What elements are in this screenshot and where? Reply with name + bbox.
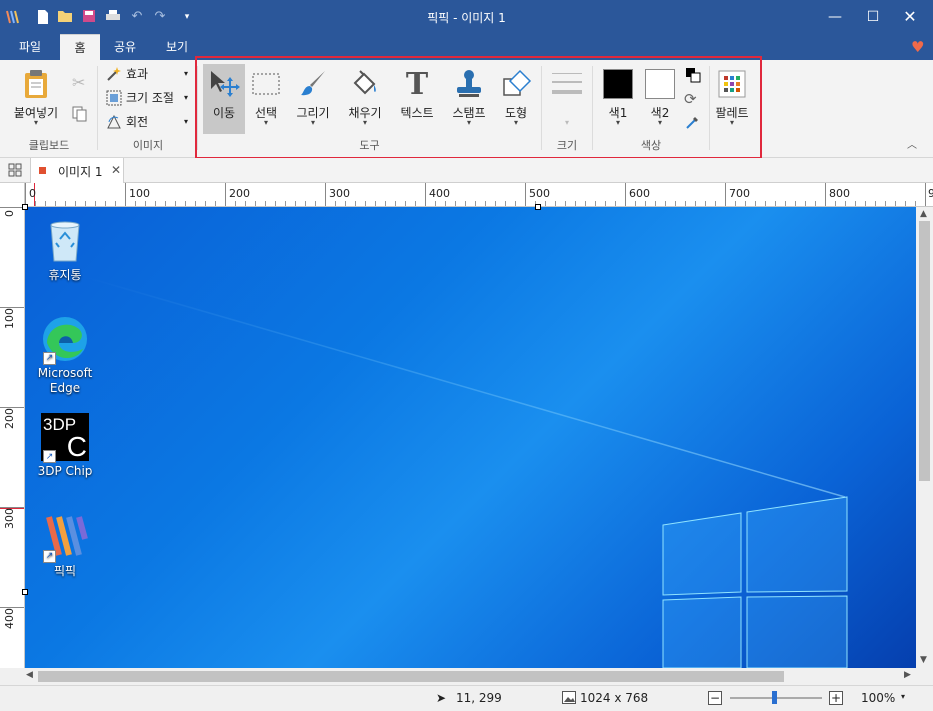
effects-dropdown-icon: ▾	[184, 69, 189, 78]
scroll-right-icon[interactable]: ▶	[904, 670, 911, 680]
ruler-label: 100	[3, 308, 16, 329]
doc-tab-image1[interactable]: 이미지 1 ✕	[30, 158, 124, 183]
paste-icon	[8, 68, 64, 100]
ruler-label: 9	[928, 187, 933, 200]
tab-share[interactable]: 공유	[105, 34, 145, 60]
ruler-major-ticks	[25, 183, 933, 206]
ruler-label: 600	[629, 187, 650, 200]
resize-handle[interactable]	[22, 204, 28, 210]
vertical-scrollbar[interactable]: ▲ ▼	[916, 207, 933, 668]
desktop-icon-edge[interactable]: ↗ Microsoft Edge	[25, 315, 105, 396]
copy-icon[interactable]	[72, 106, 88, 122]
recycle-bin-icon	[41, 217, 89, 265]
shortcut-arrow-icon: ↗	[43, 450, 56, 463]
ruler-label: 700	[729, 187, 750, 200]
cut-icon[interactable]: ✂	[72, 73, 85, 92]
window-title: 픽픽 - 이미지 1	[427, 11, 506, 25]
collapse-ribbon-icon[interactable]: ︿	[907, 136, 917, 151]
title-bar: ↶ ↷ ▾ 픽픽 - 이미지 1 — ☐ ✕	[0, 0, 933, 34]
image-size-icon	[562, 691, 576, 704]
image-group-label: 이미지	[132, 139, 164, 152]
resize-handle[interactable]	[535, 204, 541, 210]
scroll-left-icon[interactable]: ◀	[26, 670, 33, 680]
resize-dropdown-icon: ▾	[184, 93, 189, 102]
desktop-icon-label: 휴지통	[48, 268, 82, 282]
ruler-label: 0	[3, 210, 16, 217]
resize-handle[interactable]	[22, 589, 28, 595]
status-bar: ➤ 11, 299 1024 x 768 − + 100% ▾	[0, 685, 933, 711]
image-size: 1024 x 768	[580, 691, 649, 705]
effects-label: 효과	[126, 67, 149, 81]
resize-button[interactable]: 크기 조절 ▾	[104, 87, 194, 109]
document-tabs: 이미지 1 ✕	[0, 158, 933, 183]
image-canvas[interactable]: 휴지통 ↗ Microsoft Edge 3DP C ↗ 3DP Chip ↗ …	[25, 207, 916, 668]
rotate-button[interactable]: 회전 ▾	[104, 111, 194, 133]
tab-view[interactable]: 보기	[155, 34, 199, 60]
zoom-dropdown-icon[interactable]: ▾	[901, 692, 905, 701]
ruler-label: 300	[3, 508, 16, 529]
desktop-icon-label: 3DP Chip	[37, 464, 93, 478]
zoom-slider-thumb[interactable]	[772, 691, 777, 704]
ruler-label: 500	[529, 187, 550, 200]
ruler-label: 400	[3, 608, 16, 629]
horizontal-scrollbar[interactable]: ◀ ▶	[0, 668, 933, 685]
wallpaper-light-beams	[84, 276, 848, 668]
vertical-scroll-thumb[interactable]	[919, 221, 930, 481]
heart-icon[interactable]: ♥	[911, 38, 924, 56]
ruler-horizontal: 0 100 200 300 400 500 600 700 800 9	[25, 183, 933, 207]
desktop-icon-picpick[interactable]: ↗ 픽픽	[25, 513, 105, 579]
shortcut-arrow-icon: ↗	[43, 352, 56, 365]
desktop-icon-recycle-bin[interactable]: 휴지통	[25, 217, 105, 283]
tab-file[interactable]: 파일	[8, 34, 52, 60]
doc-tab-label: 이미지 1	[58, 165, 103, 179]
rotate-icon	[106, 114, 122, 130]
close-button[interactable]: ✕	[887, 0, 933, 34]
desktop-icon-3dp-chip[interactable]: 3DP C ↗ 3DP Chip	[25, 413, 105, 479]
paste-button[interactable]: 붙여넣기 ▾	[8, 64, 64, 134]
close-tab-icon[interactable]: ✕	[111, 163, 121, 177]
cursor-position: 11, 299	[456, 691, 502, 705]
ruler-label: 300	[329, 187, 350, 200]
effects-icon	[106, 66, 122, 82]
effects-button[interactable]: 효과 ▾	[104, 63, 194, 85]
desktop-icon-label: Microsoft Edge	[37, 366, 93, 395]
scroll-down-icon[interactable]: ▼	[920, 655, 927, 665]
zoom-out-button[interactable]: −	[708, 691, 722, 705]
tools-highlight-box	[195, 56, 762, 159]
tab-home[interactable]: 홈	[60, 34, 100, 60]
3dp-chip-icon: 3DP C ↗	[41, 413, 89, 463]
picpick-icon: ↗	[41, 513, 89, 563]
horizontal-scroll-thumb[interactable]	[38, 671, 784, 682]
resize-icon	[106, 90, 122, 106]
shortcut-arrow-icon: ↗	[43, 550, 56, 563]
paste-dropdown-icon: ▾	[33, 118, 38, 127]
grid-view-icon[interactable]	[8, 163, 22, 177]
rotate-label: 회전	[126, 115, 149, 129]
ruler-label: 0	[29, 187, 36, 200]
ruler-label: 100	[129, 187, 150, 200]
zoom-in-button[interactable]: +	[829, 691, 843, 705]
resize-label: 크기 조절	[126, 91, 174, 105]
scroll-up-icon[interactable]: ▲	[920, 209, 927, 219]
clipboard-group-label: 클립보드	[28, 139, 70, 152]
ruler-label: 200	[3, 408, 16, 429]
rotate-dropdown-icon: ▾	[184, 117, 189, 126]
ruler-label: 800	[829, 187, 850, 200]
ruler-label: 200	[229, 187, 250, 200]
edge-icon: ↗	[41, 315, 89, 365]
image-tab-icon	[39, 167, 46, 174]
cursor-icon: ➤	[436, 691, 447, 705]
ruler-label: 400	[429, 187, 450, 200]
ruler-vertical: 0 100 200 300 400	[0, 183, 25, 668]
desktop-icon-label: 픽픽	[53, 564, 77, 578]
zoom-level[interactable]: 100%	[861, 691, 895, 705]
